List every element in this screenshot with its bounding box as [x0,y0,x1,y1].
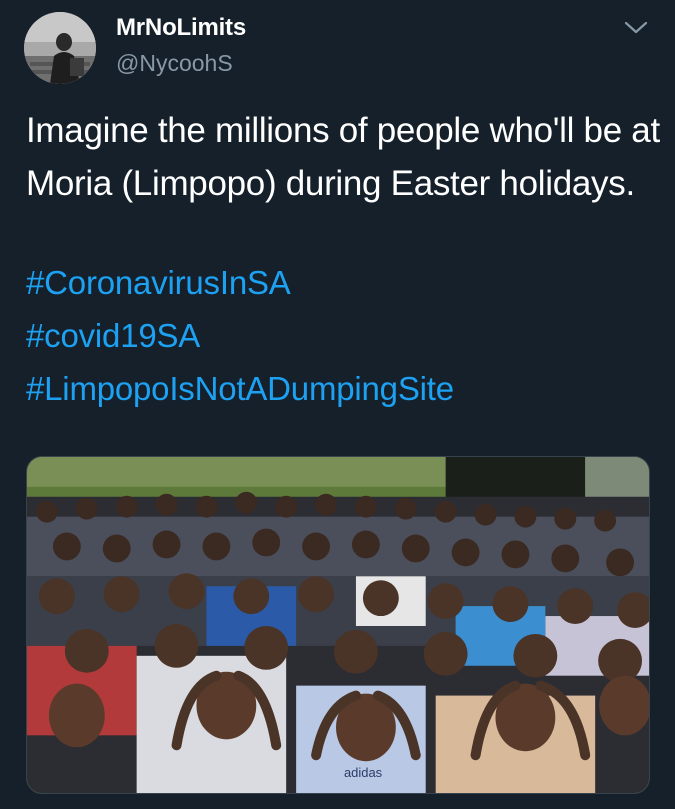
chevron-down-icon[interactable] [622,18,650,38]
tweet-photo[interactable]: adidas [26,456,650,794]
user-handle[interactable]: @NycoohS [116,50,233,77]
avatar-image [24,12,96,84]
avatar[interactable] [24,12,96,84]
hashtag-link[interactable]: #LimpopoIsNotADumpingSite [26,369,454,409]
hashtag-link[interactable]: #CoronavirusInSA [26,263,291,303]
shirt-brand-text: adidas [344,765,382,780]
display-name[interactable]: MrNoLimits [116,14,246,42]
hashtag-link[interactable]: #covid19SA [26,316,200,356]
tweet-text: Imagine the millions of people who'll be… [26,111,660,203]
tweet-card: MrNoLimits @NycoohS Imagine the millions… [0,0,675,809]
